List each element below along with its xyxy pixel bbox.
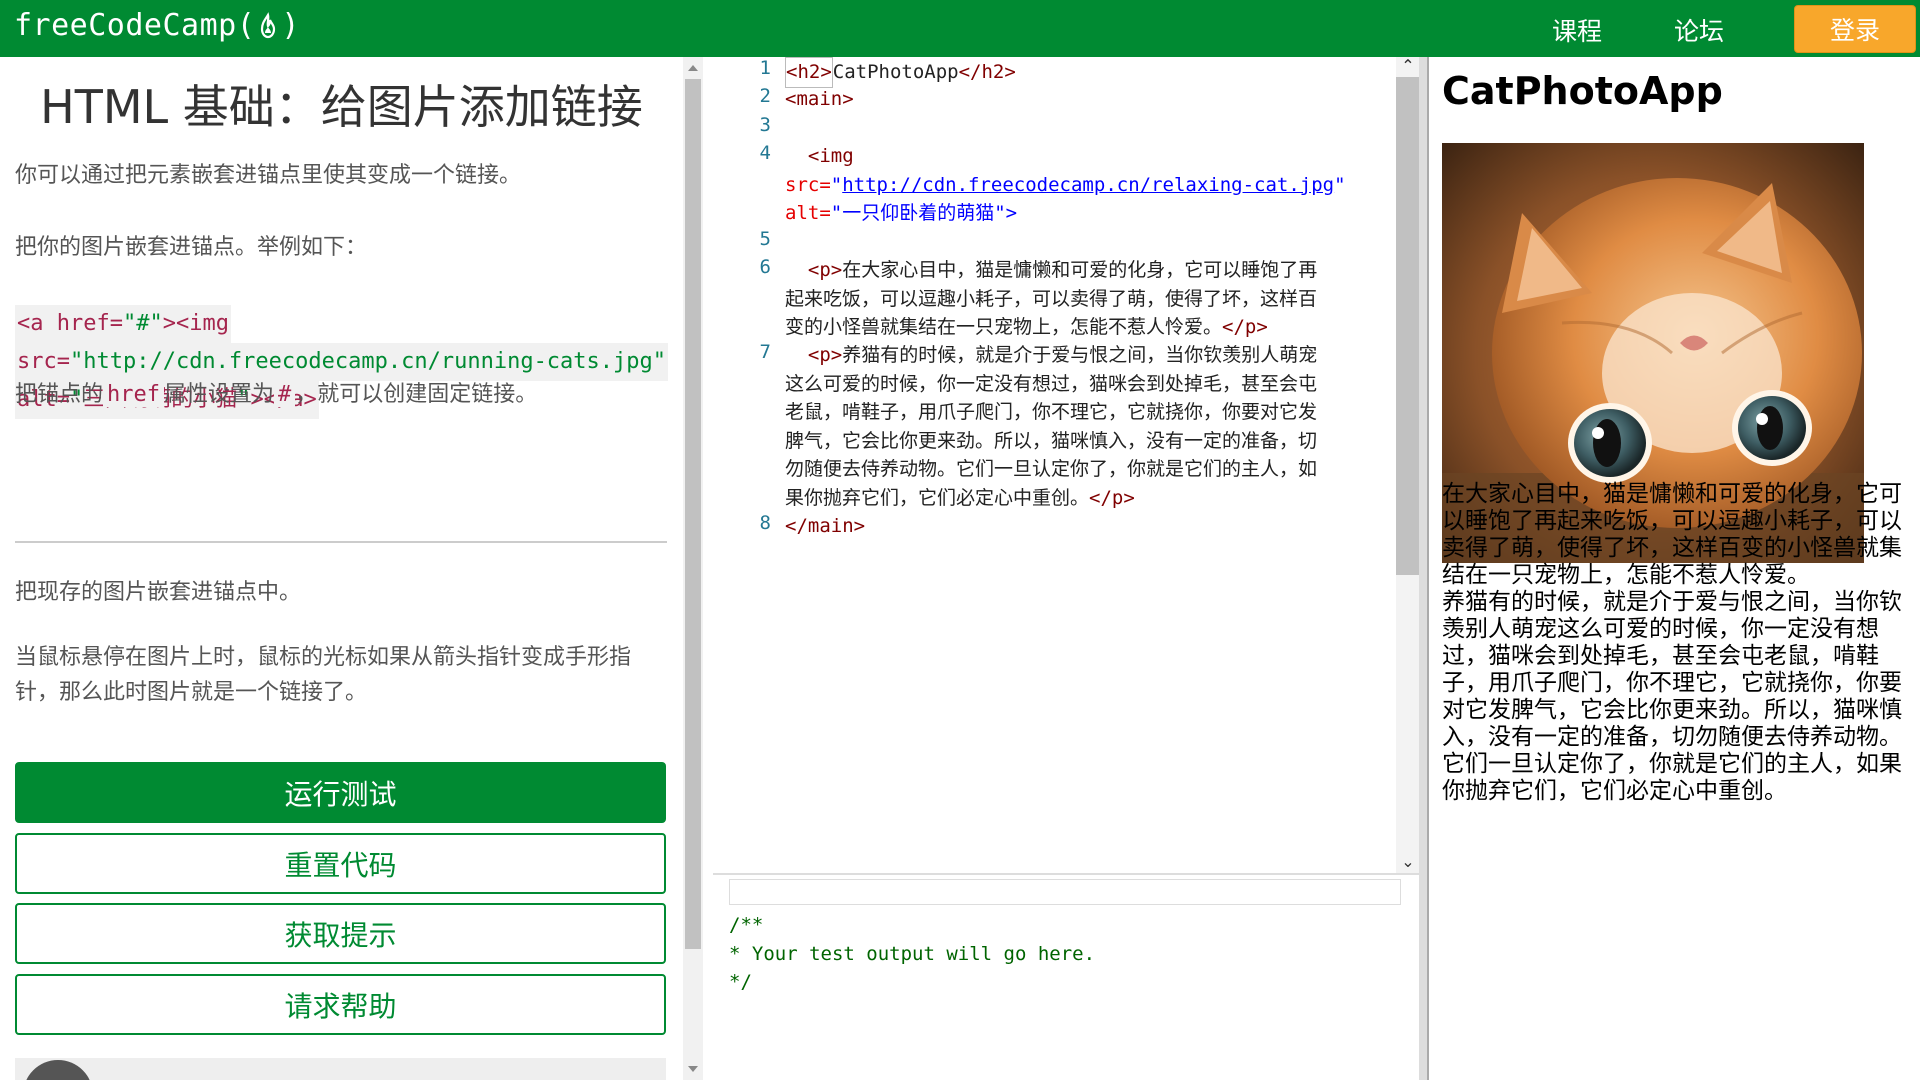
code-editor[interactable]: 1 2 3 4 5 6 7 8 <h2>CatPhotoApp</h2> <ma… <box>713 57 1419 873</box>
preview-paragraph-2: 养猫有的时候，就是介于爱与恨之间，当你钦羡别人萌宠这么可爱的时候，你一定没有想过… <box>1442 589 1902 804</box>
run-tests-button[interactable]: 运行测试 <box>15 762 666 823</box>
preview-paragraph-1: 在大家心目中，猫是慵懒和可爱的化身，它可以睡饱了再起来吃饭，可以逗趣小耗子，可以… <box>1442 481 1902 588</box>
top-navbar: freeCodeCamp( ) 课程 论坛 登录 <box>0 0 1920 57</box>
code-line-7[interactable]: <p>养猫有的时候，就是介于爱与恨之间，当你钦羡别人萌宠 这么可爱的时候，你一定… <box>785 341 1405 512</box>
scroll-up-arrow-icon[interactable] <box>688 65 698 71</box>
ask-help-button[interactable]: 请求帮助 <box>15 974 666 1035</box>
test-output-panel: /** * Your test output will go here. */ <box>713 873 1419 1080</box>
code-line-4[interactable]: <img src="http://cdn.freecodecamp.cn/rel… <box>785 142 1405 228</box>
brand-text-right: ) <box>281 8 300 43</box>
example-intro: 把你的图片嵌套进锚点。举例如下： <box>15 235 368 260</box>
line-number: 1 <box>759 57 771 79</box>
href-inline-code: href <box>103 382 164 407</box>
lesson-title: HTML 基础：给图片添加链接 <box>40 80 643 134</box>
test-output-text: /** * Your test output will go here. */ <box>729 914 1096 993</box>
reset-code-button[interactable]: 重置代码 <box>15 833 666 894</box>
nav-link-forum[interactable]: 论坛 <box>1674 12 1724 48</box>
editor-scrollbar[interactable]: ⌃ ⌄ <box>1396 57 1419 873</box>
login-button[interactable]: 登录 <box>1794 5 1916 53</box>
hover-note: 当鼠标悬停在图片上时，鼠标的光标如果从箭头指针变成手形指针，那么此时图片就是一个… <box>15 645 632 705</box>
flame-icon <box>261 11 276 38</box>
bottom-strip <box>15 1058 666 1080</box>
line-number: 3 <box>759 114 771 136</box>
preview-title: CatPhotoApp <box>1442 69 1723 113</box>
section-divider <box>15 541 667 543</box>
get-hint-button[interactable]: 获取提示 <box>15 903 666 964</box>
href-note: 把锚点的 href 属性设置为 # ，就可以创建固定链接。 <box>15 382 538 407</box>
brand-text-left: freeCodeCamp( <box>14 8 256 43</box>
instructions-panel: HTML 基础：给图片添加链接 你可以通过把元素嵌套进锚点里使其变成一个链接。 … <box>0 57 683 1080</box>
editor-scrollbar-thumb[interactable] <box>1396 77 1419 575</box>
code-line-1[interactable]: <h2>CatPhotoApp</h2> <box>785 57 1405 88</box>
example-code-line-1: <a href="#"><img <box>15 305 231 343</box>
scroll-down-arrow-icon[interactable] <box>688 1066 698 1072</box>
line-number: 7 <box>759 341 771 363</box>
brand-logo[interactable]: freeCodeCamp( ) <box>14 8 300 43</box>
preview-pane: CatPhotoApp 在大家心目中，猫是慵懒和可爱的化身，它可以睡饱了再起来吃… <box>1427 57 1920 1080</box>
chevron-down-icon[interactable]: ⌄ <box>1399 854 1417 870</box>
code-line-2[interactable]: <main> <box>785 85 1405 114</box>
chevron-up-icon[interactable]: ⌃ <box>1399 58 1417 74</box>
line-number: 6 <box>759 256 771 278</box>
hash-inline-code: # <box>274 382 296 407</box>
scrollbar-thumb[interactable] <box>685 79 701 949</box>
code-line-6[interactable]: <p>在大家心目中，猫是慵懒和可爱的化身，它可以睡饱了再 起来吃饭，可以逗趣小耗… <box>785 256 1405 342</box>
line-number: 5 <box>759 228 771 250</box>
lesson-intro: 你可以通过把元素嵌套进锚点里使其变成一个链接。 <box>15 163 522 188</box>
task-text: 把现存的图片嵌套进锚点中。 <box>15 580 302 605</box>
line-number: 2 <box>759 85 771 107</box>
line-number: 4 <box>759 142 771 164</box>
pane-separator[interactable] <box>1419 57 1427 1080</box>
line-number: 8 <box>759 512 771 534</box>
line-number-gutter: 1 2 3 4 5 6 7 8 <box>713 57 775 873</box>
code-line-8[interactable]: </main> <box>785 512 1405 541</box>
example-code-line-2: src="http://cdn.freecodecamp.cn/running-… <box>15 343 669 381</box>
nav-link-courses[interactable]: 课程 <box>1552 12 1602 48</box>
image-url-link[interactable]: http://cdn.freecodecamp.cn/relaxing-cat.… <box>842 174 1334 196</box>
instructions-scrollbar[interactable] <box>683 57 703 1080</box>
output-header-field <box>729 879 1401 905</box>
